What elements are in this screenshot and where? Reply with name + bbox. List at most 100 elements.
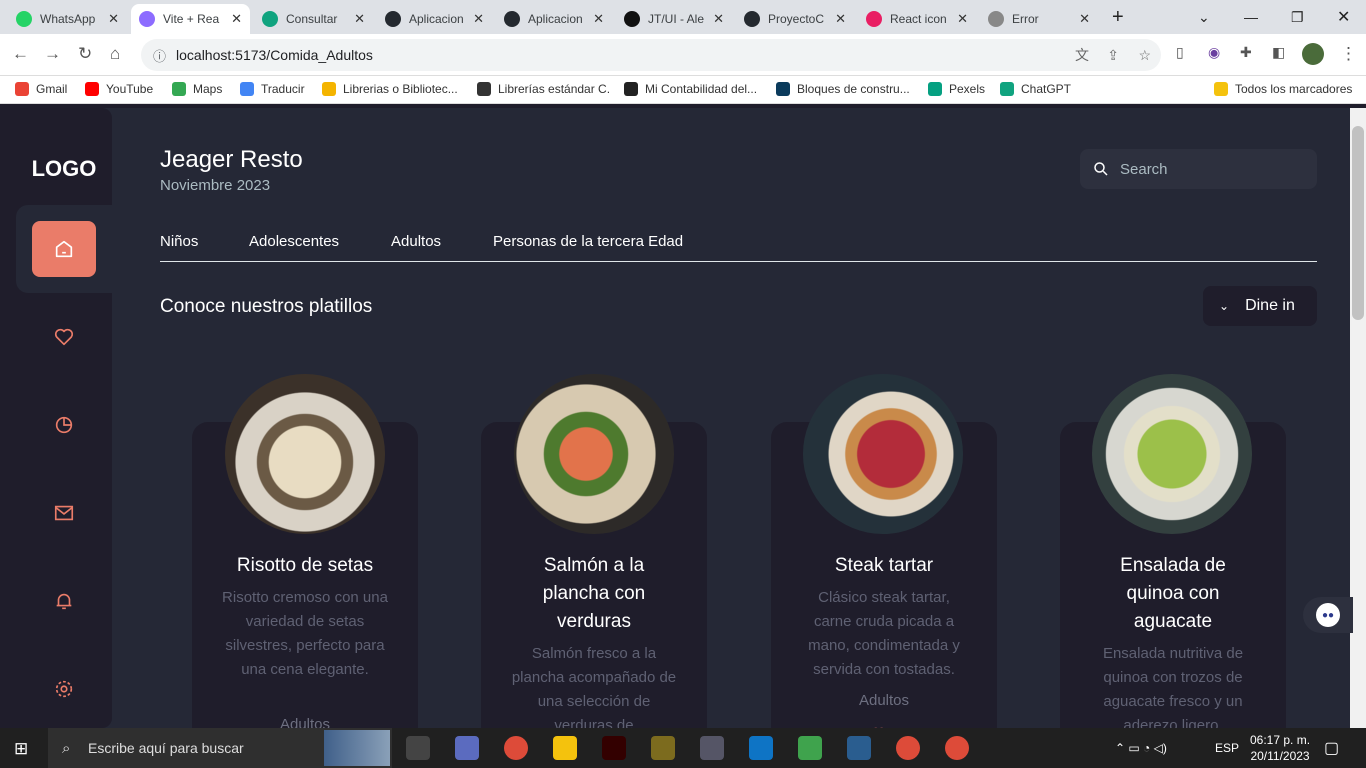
assistant-extension-icon[interactable]: ◉ bbox=[1208, 44, 1220, 61]
bookmark-label: Librerías estándar C. bbox=[498, 82, 611, 96]
new-tab-button[interactable]: + bbox=[1112, 0, 1124, 34]
browser-tab[interactable]: Error ✕ bbox=[980, 4, 1098, 34]
menu-icon[interactable]: ⋮ bbox=[1340, 44, 1357, 64]
extension-icon[interactable]: ▯ bbox=[1176, 44, 1184, 61]
browser-tab[interactable]: Vite + Rea ✕ bbox=[131, 4, 250, 34]
close-tab-icon[interactable]: ✕ bbox=[835, 11, 846, 27]
back-button[interactable]: ← bbox=[12, 44, 29, 64]
tab-label: JT/UI - Ale bbox=[648, 12, 705, 26]
taskbar-search[interactable]: ⌕ Escribe aquí para buscar bbox=[48, 728, 392, 768]
tab-adolescentes[interactable]: Adolescentes bbox=[249, 233, 339, 250]
clock-time: 06:17 p. m. bbox=[1250, 733, 1311, 747]
task-view-icon[interactable] bbox=[406, 736, 430, 760]
chrome-icon[interactable] bbox=[896, 736, 920, 760]
close-tab-icon[interactable]: ✕ bbox=[713, 11, 724, 27]
close-tab-icon[interactable]: ✕ bbox=[108, 11, 119, 27]
bookmark-item[interactable]: Librerias o Bibliotec... bbox=[322, 82, 458, 96]
page-scrollbar[interactable] bbox=[1350, 108, 1366, 728]
bookmark-label: Librerias o Bibliotec... bbox=[343, 82, 458, 96]
dish-category: Adultos bbox=[279, 716, 331, 728]
close-tab-icon[interactable]: ✕ bbox=[593, 11, 604, 27]
tab-favicon-icon bbox=[744, 11, 760, 27]
browser-tab[interactable]: WhatsApp ✕ bbox=[8, 4, 127, 34]
mysql-workbench-icon[interactable] bbox=[847, 736, 871, 760]
app-icon[interactable] bbox=[651, 736, 675, 760]
bookmark-item[interactable]: Gmail bbox=[15, 82, 67, 96]
bookmark-star-icon[interactable]: ☆ bbox=[1138, 47, 1151, 64]
bookmark-favicon-icon bbox=[15, 82, 29, 96]
assistant-bubble[interactable]: ●● bbox=[1303, 597, 1353, 633]
bookmark-item[interactable]: Maps bbox=[172, 82, 222, 96]
sidebar-item-home[interactable] bbox=[32, 221, 96, 277]
tab-tercera-edad[interactable]: Personas de la tercera Edad bbox=[493, 233, 683, 250]
bookmark-item[interactable]: YouTube bbox=[85, 82, 153, 96]
close-tab-icon[interactable]: ✕ bbox=[957, 11, 968, 27]
side-panel-icon[interactable]: ◧ bbox=[1272, 44, 1285, 61]
search-input[interactable]: Search bbox=[1080, 149, 1317, 189]
close-tab-icon[interactable]: ✕ bbox=[473, 11, 484, 27]
bookmark-item[interactable]: Bloques de constru... bbox=[776, 82, 910, 96]
browser-tab[interactable]: ProyectoC ✕ bbox=[736, 4, 854, 34]
app-icon[interactable] bbox=[700, 736, 724, 760]
dine-in-select[interactable]: ⌄ Dine in bbox=[1203, 286, 1317, 326]
minimize-button[interactable]: — bbox=[1244, 0, 1258, 34]
close-tab-icon[interactable]: ✕ bbox=[231, 11, 242, 27]
bookmark-item[interactable]: Traducir bbox=[240, 82, 305, 96]
bookmark-label: Bloques de constru... bbox=[797, 82, 910, 96]
sidebar-item-messages[interactable] bbox=[51, 500, 77, 526]
close-window-button[interactable]: ✕ bbox=[1337, 0, 1350, 34]
reload-button[interactable]: ↻ bbox=[78, 44, 92, 64]
bookmark-item[interactable]: Pexels bbox=[928, 82, 985, 96]
vscode-icon[interactable] bbox=[749, 736, 773, 760]
system-tray-icons[interactable]: ⌃ ▭ ◔ ◁) bbox=[1115, 728, 1167, 768]
close-tab-icon[interactable]: ✕ bbox=[1079, 11, 1090, 27]
tab-label: Aplicacion bbox=[409, 12, 464, 26]
all-bookmarks[interactable]: Todos los marcadores bbox=[1214, 82, 1352, 96]
profile-avatar[interactable] bbox=[1302, 43, 1324, 65]
dish-image bbox=[514, 374, 674, 534]
browser-tab[interactable]: React icon ✕ bbox=[858, 4, 976, 34]
sidebar-item-dashboard[interactable] bbox=[51, 412, 77, 438]
language-indicator[interactable]: ESP bbox=[1215, 728, 1239, 768]
tab-search-icon[interactable]: ⌄ bbox=[1198, 0, 1210, 34]
browser-tab[interactable]: JT/UI - Ale ✕ bbox=[616, 4, 732, 34]
browser-tab[interactable]: Aplicacion ✕ bbox=[377, 4, 492, 34]
pie-chart-icon bbox=[55, 416, 73, 434]
browser-tab[interactable]: Aplicacion ✕ bbox=[496, 4, 612, 34]
bookmark-item[interactable]: Mi Contabilidad del... bbox=[624, 82, 757, 96]
bookmark-item[interactable]: ChatGPT bbox=[1000, 82, 1071, 96]
notifications-icon[interactable]: ▢ bbox=[1324, 728, 1339, 768]
close-tab-icon[interactable]: ✕ bbox=[354, 11, 365, 27]
sidebar-item-favorites[interactable] bbox=[51, 324, 77, 350]
url-text: localhost:5173/Comida_Adultos bbox=[176, 47, 373, 63]
taskbar: ⊞ ⌕ Escribe aquí para buscar ⌃ ▭ ◔ ◁) ES… bbox=[0, 728, 1366, 768]
chrome-icon[interactable] bbox=[504, 736, 528, 760]
file-explorer-icon[interactable] bbox=[553, 736, 577, 760]
info-icon[interactable]: ⓘ bbox=[153, 46, 166, 65]
windows-start-icon[interactable]: ⊞ bbox=[14, 739, 28, 759]
bookmark-favicon-icon bbox=[624, 82, 638, 96]
extensions-puzzle-icon[interactable]: ✚ bbox=[1240, 44, 1252, 61]
illustrator-icon[interactable] bbox=[602, 736, 626, 760]
bell-icon bbox=[56, 593, 72, 610]
tab-adultos[interactable]: Adultos bbox=[391, 233, 441, 250]
scrollbar-thumb[interactable] bbox=[1352, 126, 1364, 320]
translate-icon[interactable]: 文 bbox=[1075, 45, 1089, 65]
app-icon[interactable] bbox=[798, 736, 822, 760]
address-bar[interactable]: ⓘ localhost:5173/Comida_Adultos 文 ⇪ ☆ bbox=[141, 39, 1161, 71]
sidebar-item-notifications[interactable] bbox=[51, 588, 77, 614]
forward-button[interactable]: → bbox=[44, 44, 61, 64]
app-icon[interactable] bbox=[455, 736, 479, 760]
bookmark-item[interactable]: Librerías estándar C. bbox=[477, 82, 610, 96]
restore-button[interactable]: ❐ bbox=[1291, 0, 1304, 34]
tab-favicon-icon bbox=[16, 11, 32, 27]
chrome-icon[interactable] bbox=[945, 736, 969, 760]
home-button[interactable]: ⌂ bbox=[110, 44, 120, 64]
browser-tab[interactable]: Consultar ✕ bbox=[254, 4, 373, 34]
sidebar-item-settings[interactable] bbox=[51, 676, 77, 702]
bookmark-label: Maps bbox=[193, 82, 223, 96]
bookmark-favicon-icon bbox=[776, 82, 790, 96]
share-icon[interactable]: ⇪ bbox=[1107, 47, 1119, 64]
clock[interactable]: 06:17 p. m. 20/11/2023 bbox=[1250, 728, 1310, 768]
tab-ninos[interactable]: Niños bbox=[160, 233, 198, 250]
